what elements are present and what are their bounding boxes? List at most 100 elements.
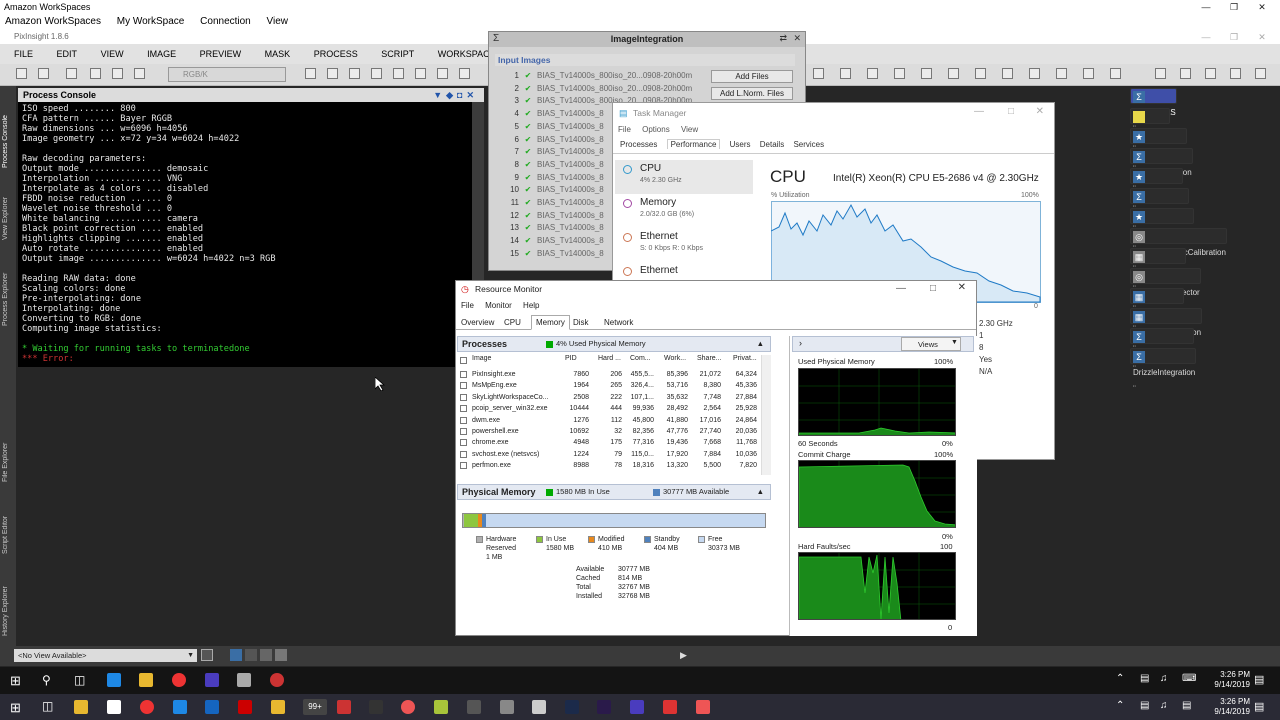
toolbar-icon[interactable] (327, 68, 338, 79)
process-checkbox[interactable] (460, 393, 467, 401)
toolbar-icon[interactable] (305, 68, 316, 79)
toolbar-icon[interactable] (415, 68, 426, 79)
process-checkbox[interactable] (460, 439, 467, 447)
close-icon[interactable]: ✕ (1248, 0, 1276, 14)
physical-memory-section-header[interactable]: Physical Memory 1580 MB In Use 30777 MB … (457, 484, 771, 500)
volume-icon[interactable]: ♫ (1160, 700, 1168, 711)
add-lnorm-files-button[interactable]: Add L.Norm. Files (711, 87, 793, 100)
pixinsight-icon[interactable] (630, 700, 644, 714)
menu-view[interactable]: View (267, 16, 289, 27)
process-row[interactable]: dwm.exe 1276 112 45,800 41,880 17,016 24,864 (458, 415, 768, 426)
restore-icon[interactable]: ❐ (1220, 0, 1248, 14)
toolbar-icon[interactable] (1110, 68, 1121, 79)
toolbar-icon[interactable] (349, 68, 360, 79)
pixinsight-icon[interactable] (205, 673, 219, 687)
input-image-row[interactable]: 1 ✔ BIAS_Tv14000s_800iso_20...0908-20h00m (499, 70, 699, 82)
rm-menu-file[interactable]: File (461, 301, 474, 310)
checkmark-icon[interactable]: ✔ (519, 134, 537, 146)
redo-icon[interactable] (38, 68, 49, 79)
network-icon[interactable]: ▤ (1182, 700, 1191, 711)
outlook-icon[interactable] (205, 700, 219, 714)
menu-connection[interactable]: Connection (200, 16, 251, 27)
menu-view[interactable]: VIEW (101, 49, 124, 59)
notifications-icon[interactable]: ▤ (1254, 700, 1264, 713)
tab-view-explorer[interactable]: View Explorer (2, 170, 14, 240)
checkmark-icon[interactable]: ✔ (519, 210, 537, 222)
menu-edit[interactable]: EDIT (57, 49, 78, 59)
toolbar-icon[interactable] (867, 68, 878, 79)
view-select[interactable]: <No View Available> ▼ (14, 649, 197, 662)
expand-icon[interactable]: › (799, 338, 802, 348)
app-icon[interactable] (467, 700, 481, 714)
workspace-clock[interactable]: 3:26 PM 9/14/2019 (1214, 670, 1250, 690)
store-icon[interactable] (74, 700, 88, 714)
tray-chevron-icon[interactable]: ⌃ (1116, 700, 1124, 711)
chrome-icon[interactable] (172, 673, 186, 687)
process-icon-calibratedarks[interactable]: ★CalibrateDarks ʺ (1130, 128, 1187, 173)
zoom-button-icon[interactable] (260, 649, 272, 661)
process-checkbox[interactable] (460, 462, 467, 470)
process-checkbox[interactable] (460, 371, 467, 378)
undo-icon[interactable] (16, 68, 27, 79)
checkmark-icon[interactable]: ✔ (519, 159, 537, 171)
network-icon[interactable]: ▤ (1140, 673, 1149, 684)
workspaces-icon[interactable] (696, 700, 710, 714)
app-icon[interactable] (532, 700, 546, 714)
process-icon-subframeselector[interactable]: ◎SubFrameSelector ʺ (1130, 268, 1201, 313)
checkmark-icon[interactable]: ✔ (519, 95, 537, 107)
minimize-icon[interactable]: — (1192, 0, 1220, 14)
toolbar-icon[interactable] (1056, 68, 1067, 79)
tab-process-explorer[interactable]: Process Explorer (2, 246, 14, 326)
menu-my-workspace[interactable]: My WorkSpace (117, 16, 185, 27)
resource-ethernet[interactable]: Ethernet S: 0 Kbps R: 0 Kbps (615, 228, 753, 262)
toolbar-icon[interactable] (112, 68, 123, 79)
checkmark-icon[interactable]: ✔ (519, 172, 537, 184)
tab-network[interactable]: Network (604, 318, 633, 327)
tab-performance[interactable]: Performance (666, 139, 721, 149)
lightroom-icon[interactable] (565, 700, 579, 714)
process-icon-staralignment[interactable]: ▦StarAlignment ʺ (1130, 288, 1185, 333)
pi-close-icon[interactable]: ✕ (1248, 30, 1276, 44)
tm-menu-file[interactable]: File (618, 125, 631, 134)
menu-preview[interactable]: PREVIEW (200, 49, 242, 59)
select-all-checkbox[interactable] (460, 357, 467, 364)
menu-process[interactable]: PROCESS (314, 49, 358, 59)
process-icon-drizzleintegration[interactable]: Σ DrizzleIntegration ʺ (1130, 348, 1197, 393)
pi-minimize-icon[interactable]: — (1192, 30, 1220, 44)
rm-maximize-icon[interactable]: □ (930, 283, 936, 294)
local-clock[interactable]: 3:26 PM 9/14/2019 (1214, 697, 1250, 717)
rm-minimize-icon[interactable]: — (896, 283, 906, 294)
zoom-button-icon[interactable] (245, 649, 257, 661)
checkmark-icon[interactable]: ✔ (519, 108, 537, 120)
app-icon[interactable] (401, 700, 415, 714)
app-icon[interactable] (663, 700, 677, 714)
toolbar-icon[interactable] (371, 68, 382, 79)
rm-menu-monitor[interactable]: Monitor (485, 301, 512, 310)
app-icon[interactable] (337, 700, 351, 714)
toolbar-icon[interactable] (1230, 68, 1241, 79)
checkmark-icon[interactable]: ✔ (519, 83, 537, 95)
netflix-icon[interactable] (238, 700, 252, 714)
menu-amazon-workspaces[interactable]: Amazon WorkSpaces (5, 16, 101, 27)
process-checkbox[interactable] (460, 428, 467, 435)
tab-details[interactable]: Details (760, 140, 784, 149)
collapse-up-icon[interactable]: ▲ (757, 337, 764, 351)
file-explorer-icon[interactable] (139, 673, 153, 687)
process-row[interactable]: PixInsight.exe 7860 206 455,5... 85,396 21,07… (458, 369, 768, 380)
menu-workspace[interactable]: WORKSPACE (438, 49, 496, 59)
menu-image[interactable]: IMAGE (147, 49, 176, 59)
notification-badge[interactable]: 99+ (303, 699, 327, 715)
process-icon-imageintegration[interactable]: ΣImageIntegration ʺ (1130, 328, 1195, 373)
tab-process-console[interactable]: Process Console (2, 90, 14, 168)
tab-processes[interactable]: Processes (620, 140, 657, 149)
toolbar-icon[interactable] (90, 68, 101, 79)
menu-mask[interactable]: MASK (265, 49, 291, 59)
checkmark-icon[interactable]: ✔ (519, 248, 537, 260)
tab-overview[interactable]: Overview (461, 318, 494, 327)
toolbar-icon[interactable] (975, 68, 986, 79)
toolbar-icon[interactable] (1029, 68, 1040, 79)
folder-icon[interactable] (271, 700, 285, 714)
column-header[interactable]: Share... (697, 355, 722, 362)
checkmark-icon[interactable]: ✔ (519, 184, 537, 196)
process-row[interactable]: chrome.exe 4948 175 77,316 19,436 7,668 11,768 (458, 437, 768, 448)
